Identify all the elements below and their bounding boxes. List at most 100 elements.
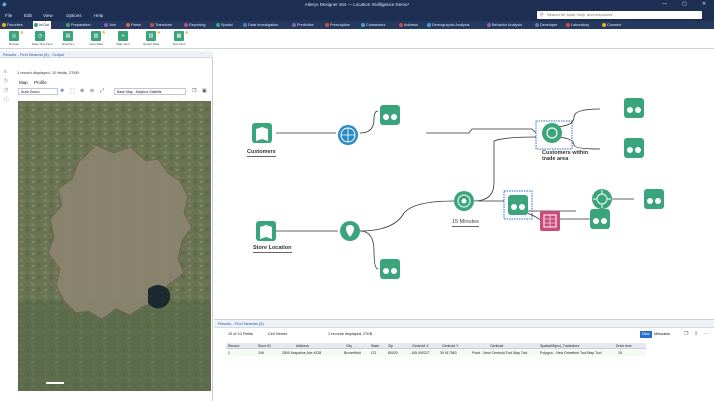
satellite-map[interactable] <box>18 101 211 391</box>
export-icon[interactable]: ⇪ <box>694 331 698 337</box>
menu-options[interactable]: Options <box>66 13 82 18</box>
tool-label: Map Input <box>116 42 130 46</box>
close-icon[interactable]: ✕ <box>702 1 706 7</box>
tab-reporting[interactable]: Reporting <box>183 21 207 29</box>
tab-spatial[interactable]: Spatial <box>215 21 235 29</box>
tab-profile[interactable]: Profile <box>34 80 47 85</box>
tool-input-data[interactable]: ▥ Input Data ★ <box>88 30 106 46</box>
tool-label: Date Time Now <box>32 42 53 46</box>
tab-prescriptive[interactable]: Prescriptive <box>324 21 352 29</box>
col-record[interactable]: Record <box>228 344 246 348</box>
menu-view[interactable]: View <box>43 13 53 18</box>
pan-icon[interactable]: ✥ <box>60 88 64 94</box>
cell-viewer-button[interactable]: Cell Viewer <box>268 332 287 336</box>
browse-node-1 <box>380 105 400 125</box>
tab-developer[interactable]: Developer <box>534 21 559 29</box>
create-points-node <box>338 125 358 145</box>
panel-title: Results - Find Nearest (6) - Output <box>3 52 65 57</box>
list-view-icon[interactable]: ≡ <box>4 69 10 75</box>
label-customers[interactable]: Customers <box>247 149 276 157</box>
tab-label: Parse <box>131 23 141 27</box>
connector-line <box>426 128 537 134</box>
col-centroid-y[interactable]: Centroid Y <box>442 344 466 348</box>
table-header: Record Store ID Address City State Zip C… <box>226 343 646 349</box>
fields-selector[interactable]: 10 of 10 Fields <box>228 332 253 336</box>
reporting-icon <box>184 23 188 27</box>
tab-behavior-analysis[interactable]: Behavior Analysis <box>486 21 524 29</box>
tab-predictive[interactable]: Predictive <box>291 21 316 29</box>
tool-text-input[interactable]: ▦ Text Input ★ <box>171 30 189 46</box>
minimize-icon[interactable]: — <box>662 1 667 7</box>
table-row[interactable]: 1 106 2800 Arapahoe Ave #228 Broomfield … <box>226 350 646 356</box>
refresh-icon[interactable]: ↻ <box>4 78 10 84</box>
col-trade-area[interactable]: SpatialObject_TradeArea <box>540 344 600 348</box>
copy-icon[interactable]: ❐ <box>684 331 688 337</box>
zoom-out-icon[interactable]: ⊖ <box>90 88 94 94</box>
base-map-dropdown[interactable]: Base Map - Mapbox Satellite <box>114 88 186 95</box>
in-out-icon <box>34 23 38 27</box>
workflow-canvas[interactable] <box>214 51 714 319</box>
connector-line <box>551 108 601 128</box>
tab-parse[interactable]: Parse <box>125 21 143 29</box>
label-store-location[interactable]: Store Location <box>253 245 292 253</box>
laboratory-icon <box>566 23 570 27</box>
search-input[interactable]: Search for tools, help, and resources <box>537 11 702 19</box>
results-table: Record Store ID Address City State Zip C… <box>226 343 646 357</box>
panel-menu-icon[interactable]: ⋯ <box>200 51 205 57</box>
fit-icon[interactable]: ⤢ <box>100 88 104 94</box>
tool-label: Text Input <box>172 42 186 46</box>
tool-label: Browse <box>8 42 19 46</box>
label-customers-within-trade-area[interactable]: Customers within trade area <box>542 150 598 163</box>
map-scale-bar <box>46 382 64 384</box>
browse-node-7 <box>644 189 664 209</box>
tab-address[interactable]: Address <box>398 21 420 29</box>
metadata-tab[interactable]: Metadata <box>654 332 670 336</box>
tab-connectors[interactable]: Connectors <box>360 21 387 29</box>
tool-map-input[interactable]: ⌖ Map Input <box>115 31 131 46</box>
maximize-icon[interactable]: ▢ <box>682 1 687 7</box>
tab-data-investigation[interactable]: Data Investigation <box>242 21 280 29</box>
tab-demographic-analysis[interactable]: Demographic Analysis <box>426 21 472 29</box>
cell-zip: 80020 <box>388 351 398 355</box>
tab-label: Join <box>109 23 116 27</box>
history-icon[interactable]: ◷ <box>4 87 10 93</box>
tab-transform[interactable]: Transform <box>149 21 174 29</box>
col-store-id[interactable]: Store ID <box>258 344 278 348</box>
menu-file[interactable]: File <box>5 13 12 18</box>
tab-in-out[interactable]: In/Out <box>33 21 52 29</box>
record-info: 1 record displayed, 10 fields, 27KB <box>17 70 79 75</box>
col-drive-time[interactable]: Drive time <box>616 344 640 348</box>
col-centroid[interactable]: Centroid <box>490 344 530 348</box>
tool-browse[interactable]: ◎ Browse ★ <box>6 30 24 46</box>
zoom-in-icon[interactable]: ⊕ <box>80 88 84 94</box>
tab-label: Favorites <box>7 23 23 27</box>
tool-date-time-now[interactable]: ◷ Date Time Now <box>32 31 53 46</box>
zoom-dropdown[interactable]: Auto Zoom <box>18 88 58 95</box>
tab-preparation[interactable]: Preparation <box>65 21 93 29</box>
layers-icon[interactable]: ❐ <box>192 88 196 94</box>
cell-drive-time: 15 <box>618 351 622 355</box>
select-icon[interactable]: ⬚ <box>70 88 75 94</box>
col-state[interactable]: State <box>371 344 385 348</box>
results-record-info: 1 records displayed, 27KB <box>328 332 373 336</box>
col-city[interactable]: City <box>346 344 366 348</box>
save-icon[interactable]: ▣ <box>202 88 207 94</box>
data-tab[interactable]: Data <box>640 331 652 338</box>
tool-output-data[interactable]: ▥ Output Data ★ <box>143 30 161 46</box>
tab-connect[interactable]: Connect <box>601 21 623 29</box>
label-15-minutes[interactable]: 15 Minutes <box>452 219 479 227</box>
tool-directory[interactable]: ▤ Directory <box>60 31 76 46</box>
col-address[interactable]: Address <box>296 344 336 348</box>
options-icon[interactable]: ⋯ <box>704 331 709 337</box>
col-zip[interactable]: Zip <box>388 344 402 348</box>
menu-edit[interactable]: Edit <box>24 13 32 18</box>
tab-join[interactable]: Join <box>103 21 118 29</box>
tab-favorites[interactable]: Favorites <box>1 21 25 29</box>
parse-icon <box>126 23 130 27</box>
tab-laboratory[interactable]: Laboratory <box>565 21 591 29</box>
menu-help[interactable]: Help <box>94 13 103 18</box>
col-centroid-x[interactable]: Centroid X <box>412 344 436 348</box>
info-icon[interactable]: ⓘ <box>4 96 10 103</box>
tab-map[interactable]: Map <box>19 80 28 85</box>
cell-record: 1 <box>228 351 230 355</box>
